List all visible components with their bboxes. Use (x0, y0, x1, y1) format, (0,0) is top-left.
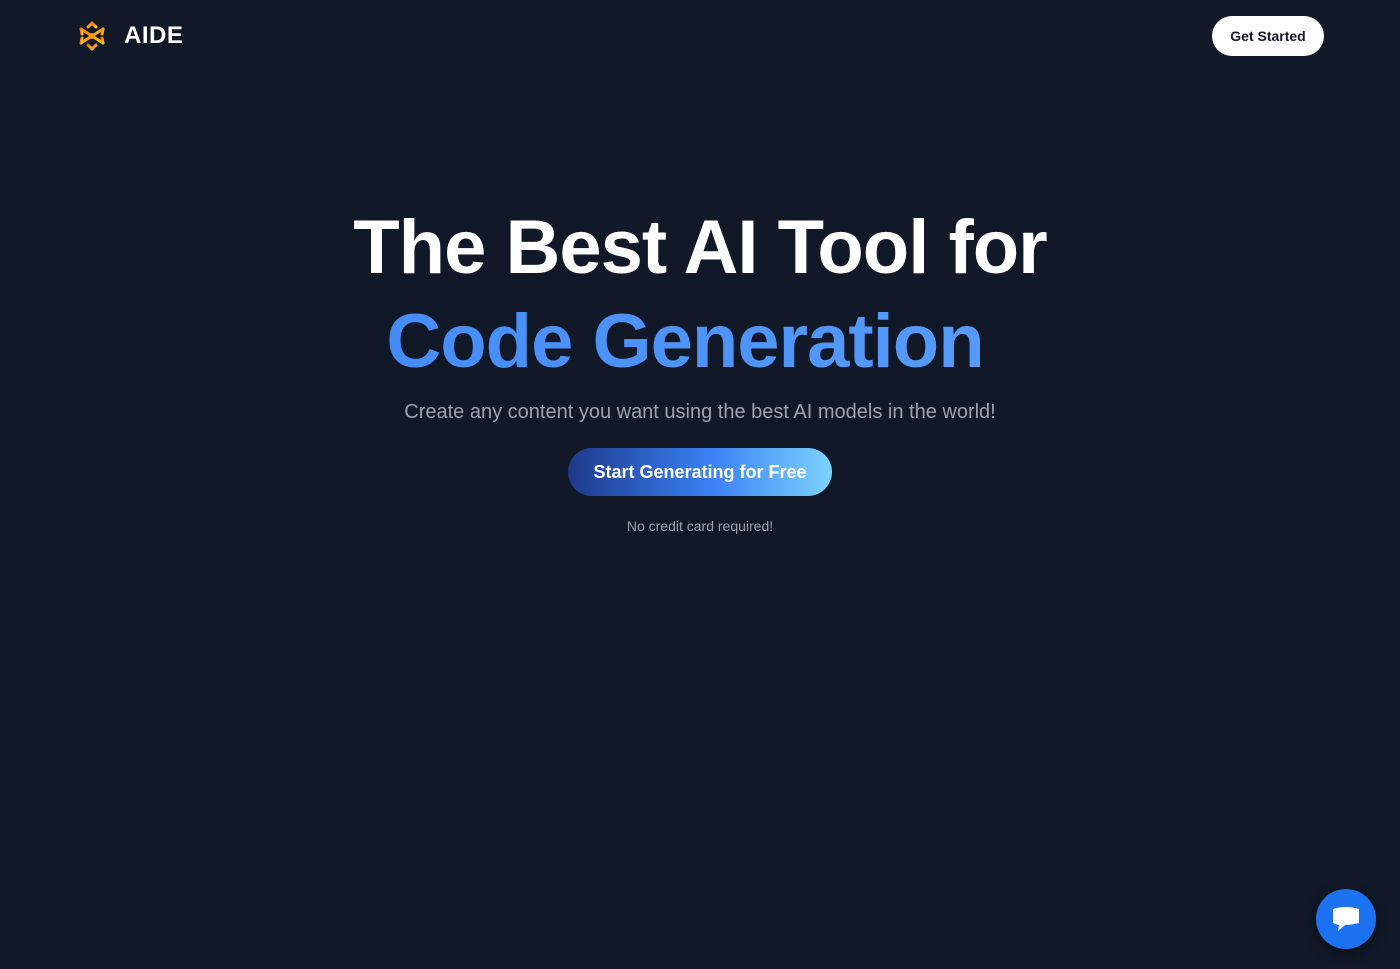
chat-widget-button[interactable] (1316, 889, 1376, 949)
chat-bubble-icon (1333, 907, 1359, 931)
landing-page: AIDE Get Started The Best AI Tool for Co… (0, 0, 1400, 969)
hero-subtitle: Create any content you want using the be… (404, 401, 996, 423)
hero-headline: The Best AI Tool for Code Generation (0, 200, 1400, 388)
brand-home-link[interactable]: AIDE (76, 18, 183, 54)
cta-wrapper: Start Generating for Free (0, 448, 1400, 496)
snowflake-logo-icon (79, 21, 105, 51)
get-started-button[interactable]: Get Started (1212, 16, 1324, 56)
no-credit-card-note: No credit card required! (626, 518, 774, 534)
headline-line-2: Code Generation (0, 296, 1400, 388)
headline-line-1: The Best AI Tool for (353, 205, 1048, 290)
brand-name: AIDE (124, 22, 184, 49)
site-header: AIDE Get Started (0, 0, 1400, 72)
start-generating-button[interactable]: Start Generating for Free (568, 448, 832, 496)
hero-section: The Best AI Tool for Code Generation Cre… (0, 200, 1400, 534)
